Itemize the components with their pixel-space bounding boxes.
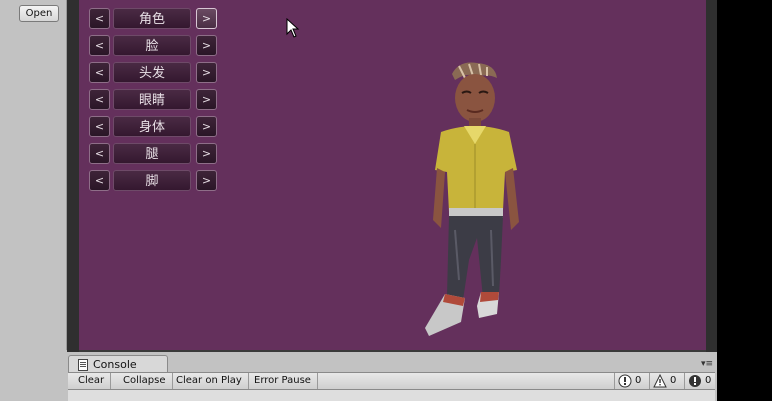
character-prev-button[interactable]: < (89, 8, 110, 29)
hair-next-button[interactable]: > (196, 62, 217, 83)
character-next-button[interactable]: > (196, 8, 217, 29)
legs-label: 腿 (113, 143, 191, 164)
panel-menu-icon[interactable]: ▾≡ (701, 360, 713, 369)
face-prev-button[interactable]: < (89, 35, 110, 56)
collapse-button[interactable]: Collapse (117, 373, 173, 389)
eyes-prev-button[interactable]: < (89, 89, 110, 110)
clear-button[interactable]: Clear (72, 373, 112, 389)
open-button[interactable]: Open (19, 5, 59, 22)
scene-panel: Open (0, 0, 67, 350)
eyes-next-button[interactable]: > (196, 89, 217, 110)
info-count-toggle[interactable]: 0 (614, 373, 649, 389)
body-label: 身体 (113, 116, 191, 137)
character-label: 角色 (113, 8, 191, 29)
body-prev-button[interactable]: < (89, 116, 110, 137)
warning-icon (653, 374, 667, 388)
error-count: 0 (705, 375, 712, 386)
feet-prev-button[interactable]: < (89, 170, 110, 191)
face-label: 脸 (113, 35, 191, 56)
character-model (425, 62, 519, 336)
legs-prev-button[interactable]: < (89, 143, 110, 164)
info-icon (618, 374, 632, 388)
error-pause-toggle[interactable]: Error Pause (248, 373, 318, 389)
black-margin (717, 0, 772, 401)
mouse-cursor-icon (286, 18, 300, 38)
hair-label: 头发 (113, 62, 191, 83)
console-tab-label: Console (93, 358, 137, 371)
feet-label: 脚 (113, 170, 191, 191)
clear-on-play-toggle[interactable]: Clear on Play (170, 373, 249, 389)
feet-next-button[interactable]: > (196, 170, 217, 191)
warning-count-toggle[interactable]: 0 (649, 373, 684, 389)
warning-count: 0 (670, 375, 677, 386)
hair-prev-button[interactable]: < (89, 62, 110, 83)
error-icon (689, 375, 701, 387)
eyes-label: 眼睛 (113, 89, 191, 110)
console-icon (78, 359, 88, 371)
error-count-toggle[interactable]: 0 (684, 373, 715, 389)
game-viewport[interactable]: < 角色 > < 脸 > < 头发 > < 眼睛 > < 身体 > < 腿 > … (79, 0, 706, 350)
face-next-button[interactable]: > (196, 35, 217, 56)
tab-console[interactable]: Console (68, 355, 168, 373)
console-toolbar: Clear Collapse Clear on Play Error Pause… (68, 372, 715, 390)
info-count: 0 (635, 375, 642, 386)
console-panel: Console ▾≡ Clear Collapse Clear on Play … (66, 352, 717, 401)
body-next-button[interactable]: > (196, 116, 217, 137)
legs-next-button[interactable]: > (196, 143, 217, 164)
console-log-area[interactable] (68, 390, 715, 401)
